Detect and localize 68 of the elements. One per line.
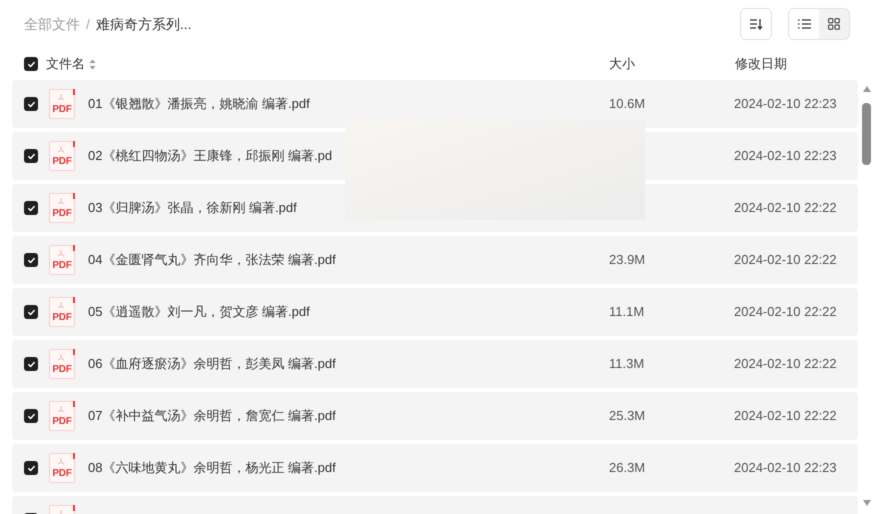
- column-header[interactable]: 修改日期: [735, 54, 787, 74]
- list-view-button[interactable]: [789, 9, 819, 39]
- file-row[interactable]: PDF 01《银翘散》潘振亮，姚晓渝 编著.pdf 10.6M 2024-02-10 22:23: [12, 80, 858, 128]
- checkmark-icon: [26, 464, 36, 472]
- file-row[interactable]: PDF 04《金匮肾气丸》齐向华，张法荣 编著.pdf 23.9M 2024-02-10 22:22: [12, 236, 858, 284]
- checkmark-icon: [26, 204, 36, 212]
- pdf-file-icon: PDF: [49, 297, 75, 327]
- checkbox[interactable]: [24, 253, 38, 267]
- checkbox[interactable]: [24, 357, 38, 371]
- checkbox[interactable]: [24, 97, 38, 111]
- checkmark-icon: [26, 100, 36, 108]
- breadcrumb-separator: /: [86, 14, 90, 34]
- file-name[interactable]: 07《补中益气汤》余明哲，詹宽仁 编著.pdf: [88, 408, 336, 424]
- file-name[interactable]: 04《金匮肾气丸》齐向华，张法荣 编著.pdf: [88, 252, 336, 268]
- file-name[interactable]: 05《逍遥散》刘一凡，贺文彦 编著.pdf: [88, 304, 310, 320]
- scrollbar-thumb[interactable]: [862, 103, 871, 165]
- file-name[interactable]: 06《血府逐瘀汤》余明哲，彭美凤 编著.pdf: [88, 356, 336, 372]
- checkmark-icon: [26, 60, 36, 68]
- grid-icon: [828, 18, 840, 30]
- breadcrumb-item[interactable]: 难病奇方系列...: [96, 14, 192, 34]
- scroll-down-icon[interactable]: [863, 500, 871, 506]
- file-size: 11.1M: [609, 304, 644, 320]
- checkbox[interactable]: [24, 305, 38, 319]
- sort-arrows-icon: [89, 58, 96, 70]
- pdf-file-icon: PDF: [49, 89, 75, 119]
- file-name[interactable]: 08《六味地黄丸》余明哲，杨光正 编著.pdf: [88, 460, 336, 476]
- checkbox[interactable]: [24, 149, 38, 163]
- modified-date: 2024-02-10 22:23: [734, 147, 837, 166]
- file-name[interactable]: 02《桃红四物汤》王康锋，邱振刚 编著.pd: [88, 148, 332, 164]
- file-row[interactable]: PDF 07《补中益气汤》余明哲，詹宽仁 编著.pdf 25.3M 2024-02-10 22:22: [12, 392, 858, 440]
- pdf-file-icon: PDF: [49, 349, 75, 379]
- checkbox[interactable]: [24, 409, 38, 423]
- file-size: 25.3M: [609, 408, 646, 424]
- file-size: 23.9M: [609, 252, 646, 268]
- modified-date: 2024-02-10 22:22: [734, 303, 837, 322]
- column-header[interactable]: 大小: [609, 54, 635, 74]
- column-header[interactable]: 文件名: [46, 54, 96, 74]
- pdf-file-icon: PDF: [49, 245, 75, 275]
- modified-date: 2024-02-10 22:22: [734, 251, 837, 270]
- sort-button[interactable]: [740, 8, 772, 40]
- checkmark-icon: [26, 152, 36, 160]
- file-row[interactable]: PDF 08《六味地黄丸》余明哲，杨光正 编著.pdf 26.3M 2024-02-10 22:23: [12, 444, 858, 492]
- checkbox[interactable]: [24, 201, 38, 215]
- checkmark-icon: [26, 308, 36, 316]
- sort-icon: [749, 18, 763, 30]
- pdf-file-icon: PDF: [49, 193, 75, 223]
- modified-date: 2024-02-10 22:22: [734, 355, 837, 374]
- checkmark-icon: [26, 360, 36, 368]
- modified-date: 2024-02-10 22:22: [734, 407, 837, 426]
- scroll-up-icon[interactable]: [863, 86, 871, 92]
- file-size: 10.6M: [609, 96, 646, 112]
- pdf-file-icon: PDF: [49, 141, 75, 171]
- file-name[interactable]: 03《归脾汤》张晶，徐新刚 编著.pdf: [88, 200, 297, 216]
- file-row[interactable]: PDF 05《逍遥散》刘一凡，贺文彦 编著.pdf 11.1M 2024-02-10 22:22: [12, 288, 858, 336]
- pdf-file-icon: PDF: [49, 453, 75, 483]
- modified-date: 2024-02-10 22:23: [734, 95, 837, 114]
- modified-date: 2024-02-10 22:22: [734, 199, 837, 218]
- file-row[interactable]: PDF 06《血府逐瘀汤》余明哲，彭美凤 编著.pdf 11.3M 2024-02-10 22:22: [12, 340, 858, 388]
- pdf-file-icon: PDF: [49, 401, 75, 431]
- modified-date: 2024-02-10 22:23: [734, 459, 837, 478]
- file-size: 26.3M: [609, 460, 646, 476]
- file-name[interactable]: 01《银翘散》潘振亮，姚晓渝 编著.pdf: [88, 96, 310, 112]
- checkmark-icon: [26, 412, 36, 420]
- list-icon: [798, 19, 810, 29]
- checkbox[interactable]: [24, 57, 38, 71]
- file-size: 11.3M: [609, 356, 644, 372]
- checkmark-icon: [26, 256, 36, 264]
- checkbox[interactable]: [24, 461, 38, 475]
